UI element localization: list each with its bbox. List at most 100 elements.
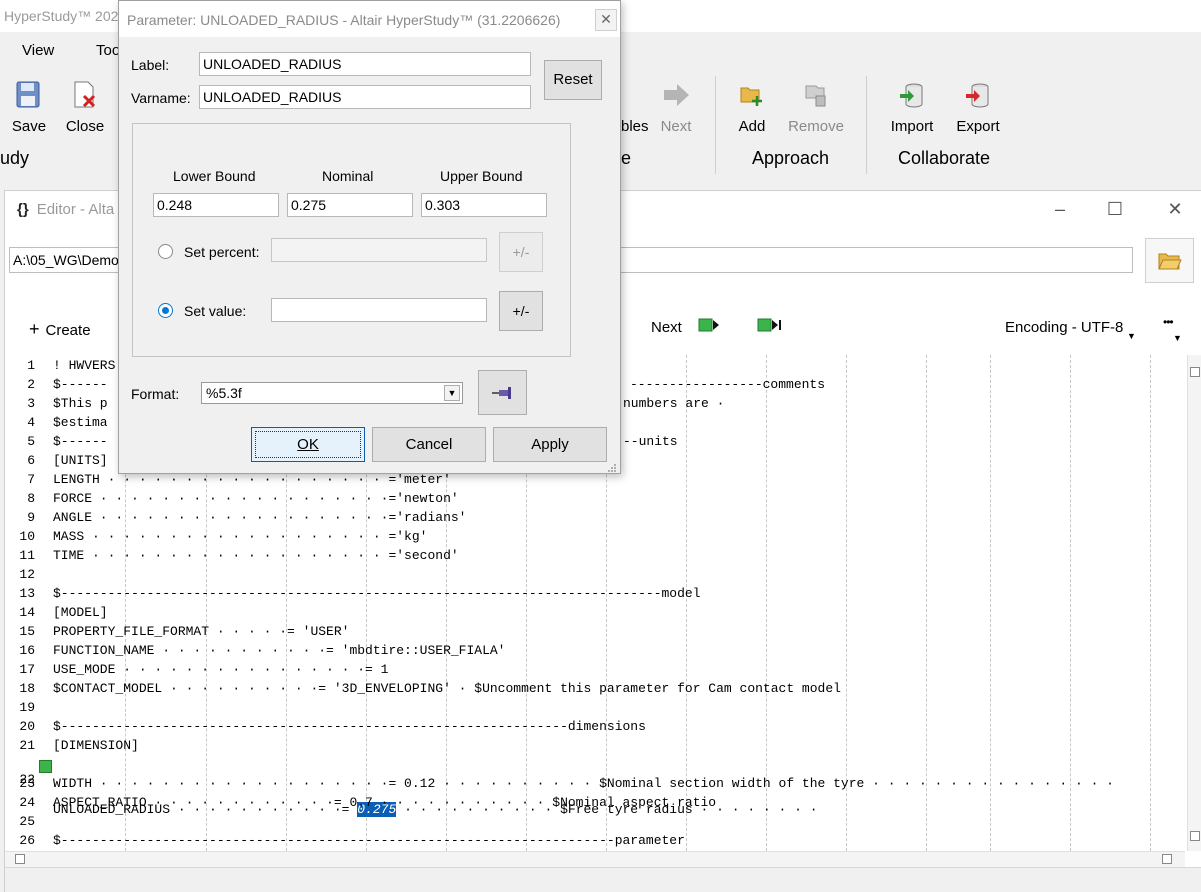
reset-button[interactable]: Reset [544,60,602,100]
line-number: 12 [19,567,35,582]
next-button[interactable]: Next [641,80,711,135]
code-line: 13 $-------------------------------------… [5,586,1185,605]
more-icon: ••• [1163,315,1174,329]
line-text: $estima [53,415,108,430]
ok-label: OK [255,431,361,458]
dialog-close-button[interactable]: ✕ [595,9,617,31]
close-file-icon [70,80,100,110]
code-line: 26 $-------------------------------------… [5,833,1185,851]
scroll-up-button[interactable] [1190,367,1200,377]
last-marker-button[interactable] [757,317,783,337]
line-text: $---------------------------------------… [53,719,646,734]
set-percent-caption: Set percent: [184,244,260,260]
line-number: 24 [19,795,35,810]
code-line: 15 PROPERTY_FILE_FORMAT · · · · ·= 'USER' [5,624,1185,643]
editor-titlebar: {} Editor - Alta [17,201,114,218]
upper-bound-field[interactable]: 0.303 [421,193,547,217]
line-number: 14 [19,605,35,620]
main-window-title: HyperStudy™ 202 [4,8,119,24]
app-screen: HyperStudy™ 202 View Too Save Close udy … [0,0,1201,892]
set-value-radio[interactable] [158,303,173,318]
set-value-field[interactable] [271,298,487,322]
scroll-down-button[interactable] [1190,831,1200,841]
menu-view[interactable]: View [22,42,54,59]
line-number: 16 [19,643,35,658]
menu-tools[interactable]: Too [96,42,120,59]
create-label: Create [45,322,91,339]
next-marker-button[interactable] [698,317,720,337]
line-number: 10 [19,529,35,544]
close-window-button[interactable]: ✕ [1160,199,1190,223]
remove-button[interactable]: Remove [781,80,851,135]
line-number: 11 [19,548,35,563]
import-button[interactable]: Import [877,80,947,135]
line-text: ASPECT_RATIO · · · · · · · · · · · ·= 0.… [53,795,717,810]
export-button[interactable]: Export [943,80,1013,135]
minimize-button[interactable]: – [1045,199,1075,223]
dialog-titlebar: Parameter: UNLOADED_RADIUS - Altair Hype… [119,1,620,37]
line-number: 25 [19,814,35,829]
scroll-left-button[interactable] [15,854,25,864]
code-line: 16 FUNCTION_NAME · · · · · · · · · · ·= '… [5,643,1185,662]
import-label: Import [890,118,934,135]
pin-button[interactable] [478,370,527,415]
parameter-dialog: Parameter: UNLOADED_RADIUS - Altair Hype… [118,0,621,474]
create-button[interactable]: + Create [29,319,91,340]
line-number: 26 [19,833,35,848]
close-label: Close [65,118,105,135]
ok-button[interactable]: OK [251,427,365,462]
code-line-selected: 22 UNLOADED_RADIUS · · · · · · · · · · ·… [5,757,1185,817]
code-line: 17 USE_MODE · · · · · · · · · · · · · · ·… [5,662,1185,681]
code-line: 19 [5,700,1185,719]
more-options-button[interactable]: ••• ▼ [1163,315,1182,343]
percent-plus-minus-button[interactable]: +/- [499,232,543,272]
line-number: 17 [19,662,35,677]
line-number: 15 [19,624,35,639]
line-text: MASS · · · · · · · · · · · · · · · · · ·… [53,529,428,544]
line-text: ! HWVERS [53,358,116,373]
save-icon [14,80,44,110]
code-line: 20 $-------------------------------------… [5,719,1185,738]
ribbon-separator [866,76,867,174]
code-line: 7 LENGTH · · · · · · · · · · · · · · · · … [5,472,1185,491]
line-text: WIDTH · · · · · · · · · · · · · · · · · … [53,776,1114,791]
code-line: 12 [5,567,1185,586]
line-text: FORCE · · · · · · · · · · · · · · · · · … [53,491,459,506]
format-select[interactable]: %5.3f ▼ [201,382,463,404]
scroll-right-button[interactable] [1162,854,1172,864]
line-number: 3 [27,396,35,411]
next-match-label: Next [651,319,682,336]
pin-icon [491,385,515,405]
set-percent-radio[interactable] [158,244,173,259]
parameter-marker-icon[interactable] [39,760,52,773]
line-text: $------ [53,377,108,392]
add-folder-icon [737,80,767,110]
encoding-selector[interactable]: Encoding - UTF-8 ▼ [1005,319,1136,341]
last-marker-icon [757,318,781,332]
varname-field[interactable]: UNLOADED_RADIUS [199,85,531,109]
nominal-field[interactable]: 0.275 [287,193,413,217]
resize-grip-icon[interactable] [607,460,617,472]
line-number: 21 [19,738,35,753]
label-field[interactable]: UNLOADED_RADIUS [199,52,531,76]
code-line: 10 MASS · · · · · · · · · · · · · · · · ·… [5,529,1185,548]
line-number: 4 [27,415,35,430]
value-plus-minus-button[interactable]: +/- [499,291,543,331]
close-button[interactable]: Close [50,80,120,135]
set-percent-field[interactable] [271,238,487,262]
vertical-scrollbar[interactable] [1187,355,1201,851]
browse-folder-button[interactable] [1145,238,1194,283]
lower-bound-field[interactable]: 0.248 [153,193,279,217]
group-label-approach: Approach [752,148,830,168]
apply-button[interactable]: Apply [493,427,607,462]
cancel-button[interactable]: Cancel [372,427,486,462]
chevron-down-icon: ▼ [444,385,460,401]
line-number: 23 [19,776,35,791]
add-button[interactable]: Add [717,80,787,135]
editor-title: Editor - Alta [36,201,115,218]
horizontal-scrollbar[interactable] [5,851,1185,867]
line-text: -----------------comments [630,377,826,392]
maximize-button[interactable]: ☐ [1100,199,1130,223]
varname-caption: Varname: [131,90,191,106]
line-text: numbers are · [623,396,725,411]
